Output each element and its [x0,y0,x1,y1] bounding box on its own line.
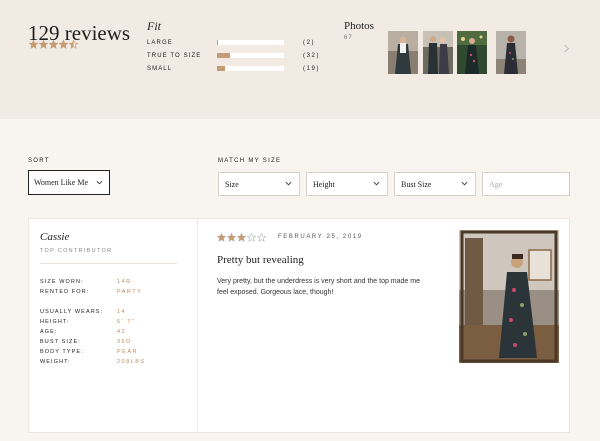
attr-value: PARTY [117,289,143,295]
attr-key: HEIGHT: [40,319,70,325]
bust-size-dropdown[interactable]: Bust Size [394,172,476,196]
star-icon [217,233,226,242]
attr-key: RENTED FOR: [40,289,90,295]
fit-label: TRUE TO SIZE [147,52,202,59]
photos-count: 67 [344,35,353,41]
fit-bar-fill [217,40,219,45]
attr-key: SIZE WORN: [40,279,84,285]
fit-bar-fill [217,53,231,58]
fit-count: (32) [303,52,321,59]
review-rating-stars [217,233,266,242]
size-dropdown-label: Size [225,179,239,189]
photo-thumbnail-1[interactable] [388,31,418,74]
height-dropdown-label: Height [313,179,335,189]
fit-row-large: LARGE (2) [147,38,315,47]
fit-count: (2) [303,39,316,46]
fit-bar [217,53,284,58]
sort-value: Women Like Me [34,178,89,187]
age-input-placeholder: Age [489,179,503,189]
chevron-down-icon [373,181,380,186]
attr-size-worn: SIZE WORN: 14R [40,279,132,285]
overall-rating-stars [29,40,78,49]
photo-thumbnail-4[interactable] [496,31,526,74]
review-body: Very pretty, but the underdress is very … [217,278,420,296]
fit-row-small: SMALL (19) [147,64,320,73]
fit-count: (19) [303,65,321,72]
review-photo[interactable] [459,230,559,363]
star-icon [29,40,38,49]
star-icon [59,40,68,49]
attr-key: BODY TYPE: [40,349,84,355]
height-dropdown[interactable]: Height [306,172,388,196]
star-icon [227,233,236,242]
fit-bar [217,66,284,71]
attr-value: 42 [117,329,127,335]
attr-value: 208LBS [117,359,146,365]
sort-dropdown[interactable]: Women Like Me [28,170,110,195]
fit-label: LARGE [147,39,173,46]
reviewer-name[interactable]: Cassie [40,231,69,243]
attr-body-type: BODY TYPE: PEAR [40,349,138,355]
star-icon [49,40,58,49]
size-dropdown[interactable]: Size [218,172,300,196]
fit-label: SMALL [147,65,173,72]
chevron-down-icon [461,181,468,186]
attr-rented-for: RENTED FOR: PARTY [40,289,142,295]
attr-height: HEIGHT: 5' 7" [40,319,135,325]
fit-bar-fill [217,66,226,71]
attr-value: 14 [117,309,127,315]
divider [40,263,177,264]
star-icon [39,40,48,49]
chevron-down-icon [285,181,292,186]
reviews-summary: 129 reviews Fit LARGE (2) TRUE TO SIZE (… [0,0,600,119]
attr-usually-wears: USUALLY WEARS: 14 [40,309,126,315]
attr-value: PEAR [117,349,138,355]
attr-weight: WEIGHT: 208LBS [40,359,146,365]
star-icon [237,233,246,242]
photo-thumbnail-2[interactable] [423,31,453,74]
sort-label: SORT [28,158,50,164]
star-icon [69,40,78,49]
attr-value: 36D [117,339,132,345]
chevron-right-icon[interactable] [563,44,570,56]
photos-title: Photos [344,20,374,32]
attr-key: USUALLY WEARS: [40,309,104,315]
attr-value: 14R [117,279,132,285]
reviewer-badge: TOP CONTRIBUTOR [40,248,113,254]
age-input[interactable]: Age [482,172,570,196]
chevron-down-icon [96,180,103,185]
attr-age: AGE: 42 [40,329,126,335]
divider [197,219,198,432]
fit-title: Fit [147,19,161,33]
review-title: Pretty but revealing [217,254,304,266]
star-icon [257,233,266,242]
fit-row-true-to-size: TRUE TO SIZE (32) [147,51,320,60]
attr-value: 5' 7" [117,319,136,325]
attr-key: AGE: [40,329,58,335]
star-icon [247,233,256,242]
attr-key: BUST SIZE: [40,339,81,345]
review-card: Cassie TOP CONTRIBUTOR SIZE WORN: 14R REN… [28,218,570,433]
bust-size-dropdown-label: Bust Size [401,179,432,189]
fit-bar [217,40,284,45]
photo-thumbnail-3[interactable] [457,31,487,74]
attr-key: WEIGHT: [40,359,71,365]
review-date: FEBRUARY 25, 2019 [278,234,363,240]
match-my-size-label: MATCH MY SIZE [218,158,282,164]
attr-bust-size: BUST SIZE: 36D [40,339,132,345]
